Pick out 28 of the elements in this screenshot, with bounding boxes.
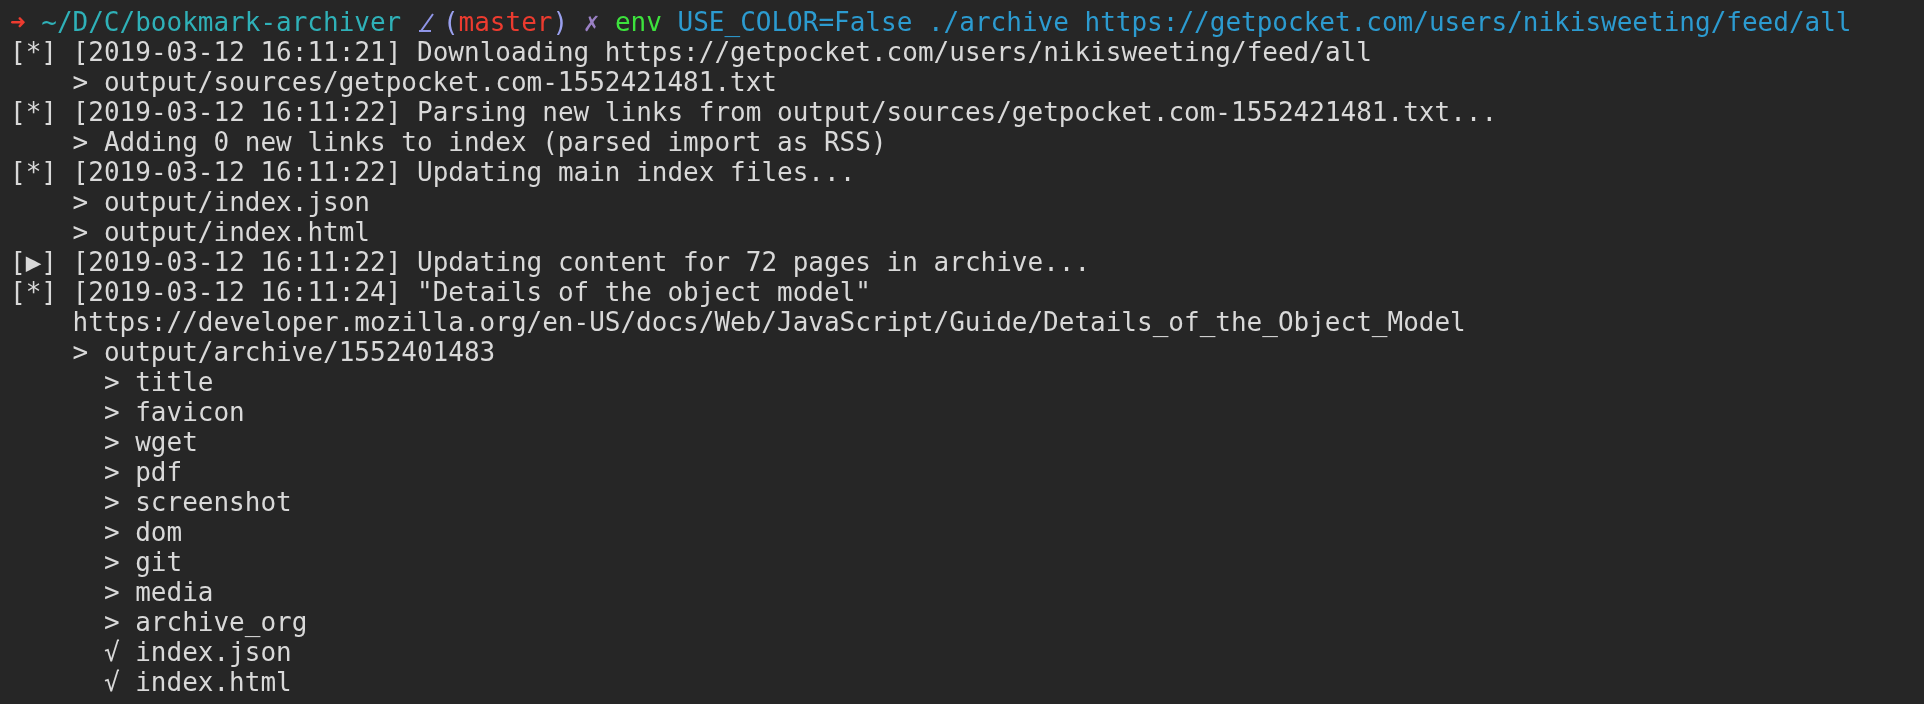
output-line: > media	[103, 577, 214, 607]
output-line: > Adding 0 new links to index (parsed import as RSS)	[72, 127, 887, 157]
prompt-arrow: ➜	[10, 7, 26, 37]
output-line: > favicon	[103, 397, 245, 427]
output-line: https://developer.mozilla.org/en-US/docs/Web/JavaScript/Guide/Details_of_the_Object_Model	[72, 307, 1466, 337]
output-line: > output/index.json	[72, 187, 370, 217]
output-line: > dom	[103, 517, 183, 547]
output-line: > output/sources/getpocket.com-1552421481.txt	[72, 67, 777, 97]
command-name: env	[614, 7, 662, 37]
output-line: > output/index.html	[72, 217, 370, 247]
command-arguments: USE_COLOR=False ./archive https://getpocket.com/users/nikisweeting/feed/all	[677, 7, 1852, 37]
output-line: > git	[103, 547, 183, 577]
dirty-mark: ✗	[583, 7, 600, 37]
log-line: [*] [2019-03-12 16:11:22] Parsing new links from output/sources/getpocket.com-1552421481.txt...	[10, 97, 1498, 127]
output-line: > archive_org	[103, 607, 308, 637]
log-line: [*] [2019-03-12 16:11:21] Downloading https://getpocket.com/users/nikisweeting/feed/all	[10, 37, 1372, 67]
output-line: > wget	[103, 427, 198, 457]
git-branch-label: (master)	[442, 7, 569, 37]
log-line: [*] [2019-03-12 16:11:24] "Details of the object model"	[10, 277, 871, 307]
output-line: > title	[103, 367, 214, 397]
output-line: √ index.html	[103, 667, 292, 697]
output-line: √ index.json	[103, 637, 292, 667]
log-line: [▶] [2019-03-12 16:11:22] Updating content for 72 pages in archive...	[10, 247, 1091, 277]
output-line: > pdf	[103, 457, 183, 487]
directory-path: ~/D/C/bookmark-archiver	[41, 7, 402, 37]
output-line: > screenshot	[103, 487, 292, 517]
output-line: > output/archive/1552401483	[72, 337, 496, 367]
log-line: [*] [2019-03-12 16:11:22] Updating main index files...	[10, 157, 856, 187]
